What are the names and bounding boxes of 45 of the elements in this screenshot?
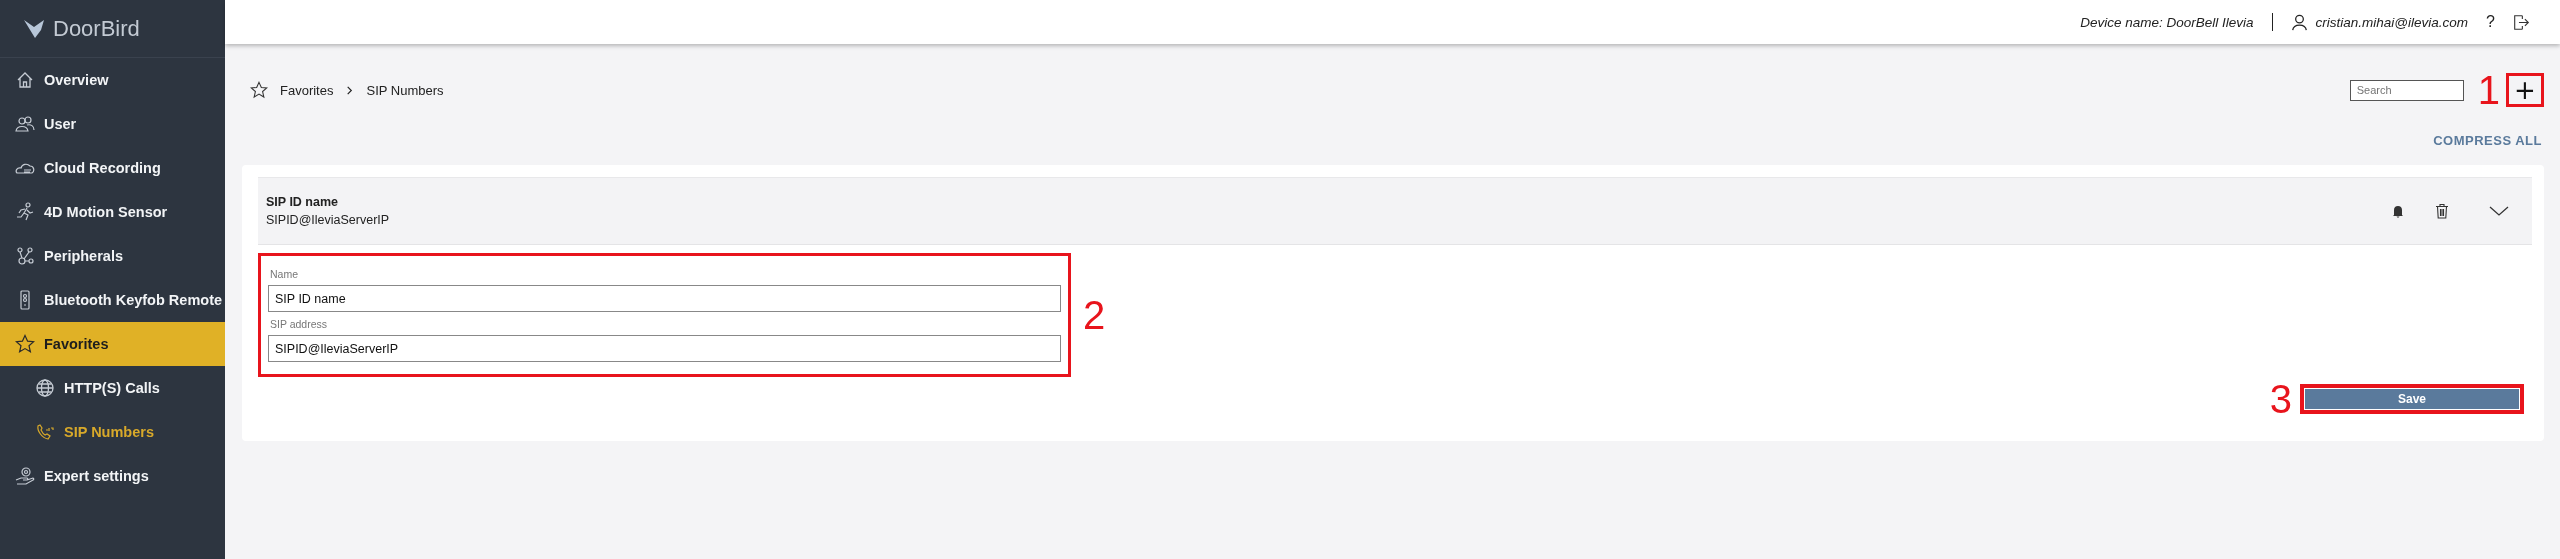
house-icon [15, 70, 35, 90]
sidebar-item[interactable]: User [0, 102, 225, 146]
device-name: Device name: DoorBell Ilevia [2080, 14, 2254, 30]
entry-subtitle: SIPID@IleviaServerIP [266, 213, 391, 227]
annotation-number: 3 [2269, 379, 2292, 419]
star-icon [250, 81, 268, 99]
sidebar-item[interactable]: Bluetooth Keyfob Remote [0, 278, 225, 322]
sidebar-item[interactable]: Favorites [0, 322, 225, 366]
sidebar-item[interactable]: Peripherals [0, 234, 225, 278]
star-icon [15, 334, 35, 354]
field-label: Name [270, 268, 299, 280]
input-field[interactable]: SIP ID name [268, 285, 1061, 312]
search-field[interactable]: Search [2349, 79, 2464, 101]
sidebar-item[interactable]: Overview [0, 58, 225, 102]
save-button[interactable]: Save [2305, 389, 2519, 409]
nodes-icon [15, 246, 35, 266]
hand-gear-icon [15, 466, 35, 486]
sidebar-item[interactable]: Cloud Recording [0, 146, 225, 190]
user-email[interactable]: cristian.mihai@ilevia.com [2315, 14, 2469, 30]
logout-icon[interactable] [2513, 13, 2530, 31]
trash-icon[interactable] [2434, 203, 2450, 219]
breadcrumb-item: SIP Numbers [366, 82, 444, 98]
sidebar-item[interactable]: 4D Motion Sensor [0, 190, 225, 234]
globe-icon [35, 378, 55, 398]
users-icon [15, 114, 35, 134]
field-label: SIP address [270, 318, 328, 330]
logo-text: DoorBird [53, 15, 140, 42]
annotation-number: 2 [1083, 295, 1106, 335]
compress-all-button[interactable]: COMPRESS ALL [2433, 132, 2544, 148]
annotation-number: 1 [2477, 70, 2500, 110]
bird-logo-icon [24, 18, 45, 39]
sidebar-item[interactable]: HTTP(S) Calls [0, 366, 225, 410]
entry-title: SIP ID name [266, 195, 340, 209]
user-icon [2290, 13, 2308, 31]
help-link[interactable]: ? [2486, 13, 2495, 31]
input-field[interactable]: SIPID@IleviaServerIP [268, 335, 1061, 362]
add-button[interactable]: + [2514, 77, 2536, 103]
phone-icon [35, 422, 55, 442]
running-figure-icon [15, 202, 35, 222]
breadcrumb-item[interactable]: Favorites [280, 82, 334, 98]
sidebar-item[interactable]: Expert settings [0, 454, 225, 498]
chevron-down-icon[interactable] [2488, 204, 2510, 218]
sidebar-item[interactable]: SIP Numbers [0, 410, 225, 454]
entry-header[interactable]: SIP ID name SIPID@IleviaServerIP [258, 177, 2532, 245]
chevron-right-icon [345, 85, 355, 95]
